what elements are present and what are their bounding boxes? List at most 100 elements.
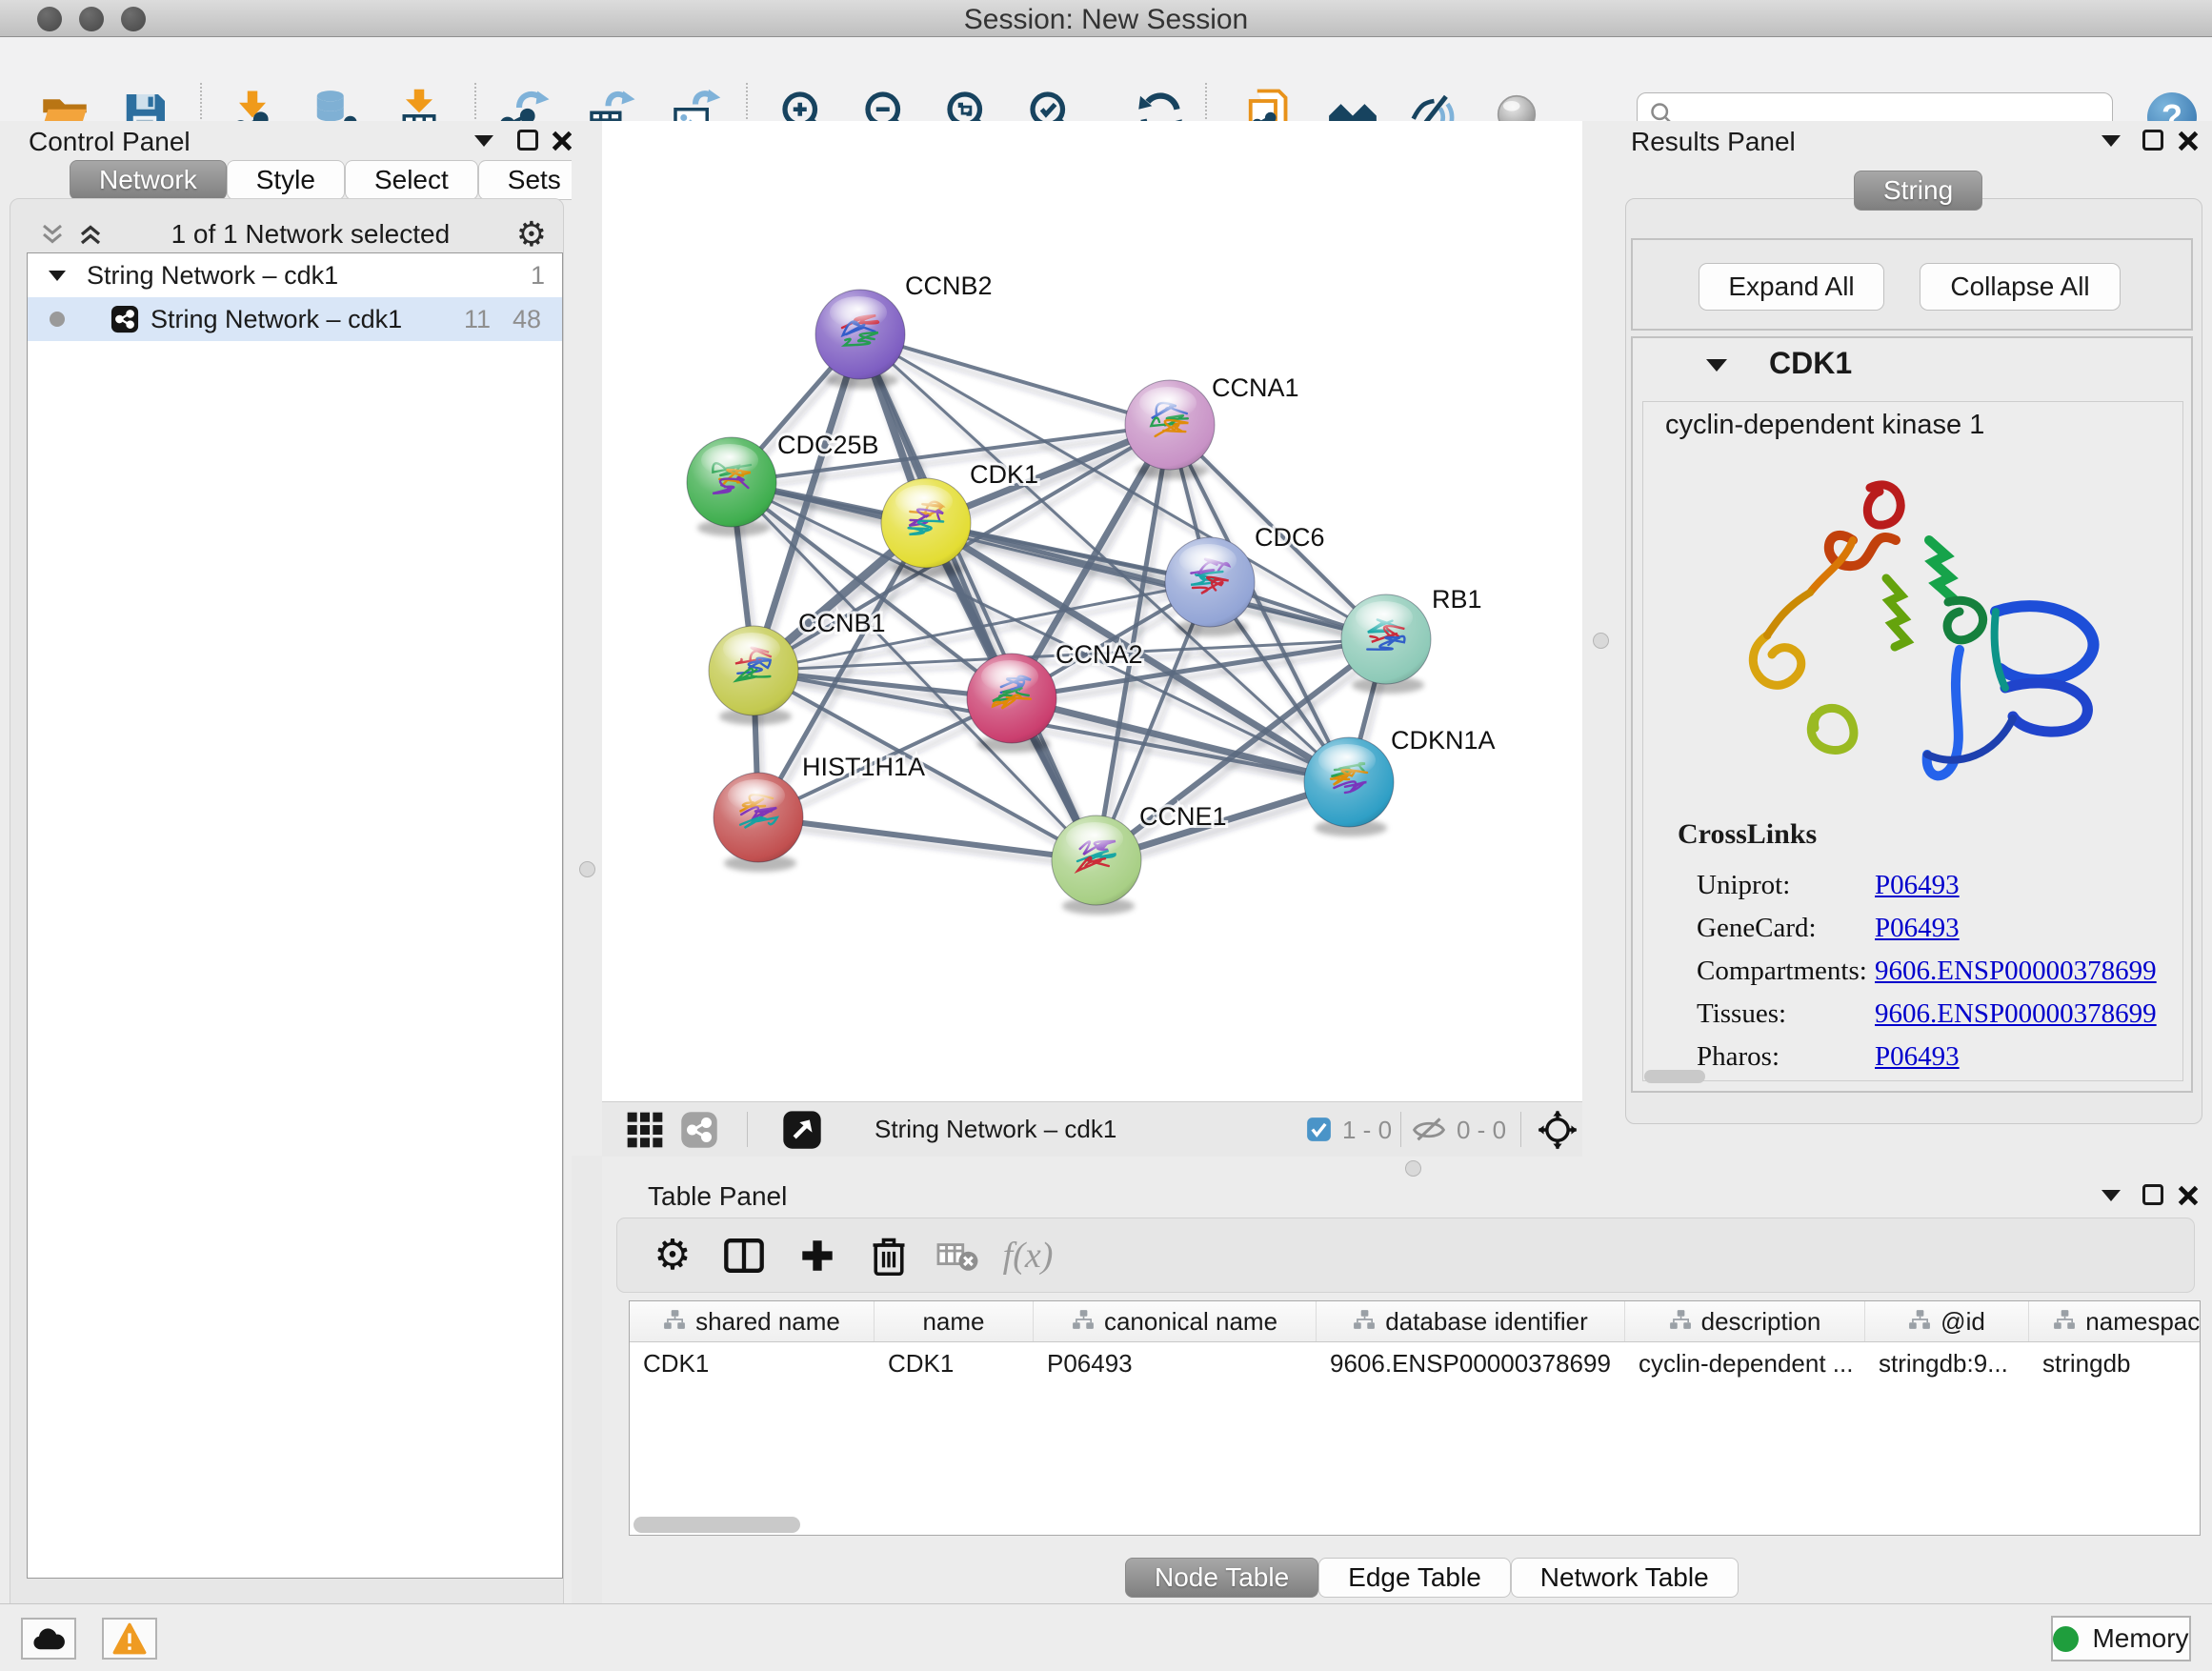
panel-menu-icon[interactable] [2101, 135, 2121, 147]
crosslink-link[interactable]: P06493 [1875, 913, 1960, 944]
column-header--id[interactable]: @id [1865, 1301, 2029, 1341]
column-header-canonical-name[interactable]: canonical name [1034, 1301, 1317, 1341]
panel-close-icon[interactable] [2177, 130, 2200, 152]
network-node-group-CDC25B [687, 437, 776, 536]
expand-all-chevron-icon[interactable] [76, 220, 105, 249]
window-title: Session: New Session [0, 4, 2212, 36]
crosslink-row: Compartments:9606.ENSP00000378699 [1643, 950, 2182, 993]
expand-all-button[interactable]: Expand All [1699, 263, 1884, 311]
move-crosshair-icon[interactable] [1538, 1110, 1578, 1155]
add-column-icon[interactable] [793, 1232, 842, 1279]
panel-float-icon[interactable] [2142, 1184, 2163, 1205]
column-header-database-identifier[interactable]: database identifier [1317, 1301, 1625, 1341]
hidden-eye-icon[interactable] [1412, 1114, 1446, 1151]
column-header-namespace[interactable]: namespace [2029, 1301, 2201, 1341]
memory-status-dot-icon [2053, 1626, 2079, 1652]
network-view-title: String Network – cdk1 [875, 1115, 1116, 1144]
column-header-label: @id [1941, 1307, 1985, 1337]
node-label-CCNA2: CCNA2 [1056, 640, 1143, 669]
node-label-CDKN1A: CDKN1A [1391, 726, 1496, 755]
column-header-label: database identifier [1385, 1307, 1587, 1337]
table-hscrollbar-thumb[interactable] [633, 1517, 800, 1533]
network-collection-row[interactable]: String Network – cdk1 1 [28, 253, 562, 297]
titlebar: Session: New Session [0, 0, 2212, 37]
warnings-button[interactable] [102, 1618, 157, 1660]
panel-menu-icon[interactable] [474, 135, 493, 147]
collapse-all-button[interactable]: Collapse All [1920, 263, 2121, 311]
network-row[interactable]: String Network – cdk1 11 48 [28, 297, 562, 341]
expand-collapse-box: Expand All Collapse All [1631, 238, 2193, 331]
network-node-group-CCNB1 [709, 626, 798, 725]
node-label-RB1: RB1 [1432, 585, 1482, 614]
column-header-label: canonical name [1104, 1307, 1277, 1337]
memory-label: Memory [2092, 1623, 2188, 1654]
delete-table-icon[interactable] [933, 1232, 982, 1279]
memory-button[interactable]: Memory [2051, 1616, 2191, 1661]
panel-close-icon[interactable] [551, 130, 573, 152]
protein-name: CDK1 [1769, 346, 1852, 381]
gear-icon[interactable]: ⚙ [516, 217, 547, 252]
network-view-toolbar: String Network – cdk1 1 - 0 0 - 0 [602, 1101, 1582, 1157]
collection-count: 1 [531, 261, 545, 291]
results-panel-title: Results Panel [1631, 127, 1796, 157]
tab-edge-table[interactable]: Edge Table [1318, 1558, 1511, 1598]
table-cell[interactable]: stringdb:9... [1865, 1342, 2029, 1385]
tab-style[interactable]: Style [227, 160, 345, 200]
table-settings-gear-icon[interactable]: ⚙ [648, 1232, 697, 1279]
crosslink-link[interactable]: P06493 [1875, 1041, 1960, 1073]
collapse-all-chevron-icon[interactable] [38, 220, 67, 249]
results-scrollbar-thumb[interactable] [1644, 1070, 1705, 1083]
protein-description: cyclin-dependent kinase 1 [1665, 410, 1984, 441]
table-cell[interactable]: 9606.ENSP00000378699 [1317, 1342, 1625, 1385]
column-header-label: description [1701, 1307, 1821, 1337]
column-header-name[interactable]: name [875, 1301, 1034, 1341]
splitter-handle[interactable] [579, 861, 595, 877]
node-label-HIST1H1A: HIST1H1A [802, 753, 925, 781]
main-toolbar: ? [0, 37, 2212, 122]
node-label-CCNA1: CCNA1 [1212, 373, 1299, 402]
network-node-group-CDC6 [1165, 537, 1255, 636]
string-view-icon[interactable] [680, 1111, 718, 1154]
column-header-label: shared name [695, 1307, 840, 1337]
right-splitter[interactable] [1582, 121, 1619, 1156]
selected-checkbox-icon[interactable] [1306, 1117, 1332, 1147]
crosslink-link[interactable]: P06493 [1875, 870, 1960, 901]
panel-float-icon[interactable] [2142, 130, 2163, 151]
network-collection-label: String Network – cdk1 [87, 261, 338, 291]
selected-count-label: 1 - 0 [1342, 1116, 1392, 1145]
network-node-group-HIST1H1A [714, 773, 803, 872]
tab-node-table[interactable]: Node Table [1125, 1558, 1318, 1598]
splitter-handle[interactable] [1593, 633, 1609, 649]
table-panel-title: Table Panel [648, 1181, 787, 1212]
show-columns-icon[interactable] [719, 1232, 769, 1279]
grid-view-icon[interactable] [626, 1111, 664, 1154]
delete-column-trash-icon[interactable] [864, 1232, 914, 1279]
table-cell[interactable]: stringdb [2029, 1342, 2201, 1385]
collapse-section-icon[interactable] [1706, 359, 1727, 372]
table-toolbar: ⚙ f(x) [616, 1218, 2195, 1293]
table-cell[interactable]: cyclin-dependent ... [1625, 1342, 1865, 1385]
tab-select[interactable]: Select [345, 160, 478, 200]
crosslink-link[interactable]: 9606.ENSP00000378699 [1875, 998, 2157, 1030]
panel-close-icon[interactable] [2177, 1184, 2200, 1207]
tab-string[interactable]: String [1854, 171, 1982, 211]
tab-network[interactable]: Network [70, 160, 227, 200]
panel-menu-icon[interactable] [2101, 1190, 2121, 1201]
cloud-status-button[interactable] [21, 1618, 76, 1660]
tree-expand-icon[interactable] [49, 271, 66, 281]
splitter-handle[interactable] [1405, 1160, 1421, 1177]
network-status-dot-icon [50, 312, 65, 327]
protein-details: cyclin-dependent kinase 1 [1642, 401, 2183, 1081]
panel-float-icon[interactable] [517, 130, 538, 151]
tab-network-table[interactable]: Network Table [1511, 1558, 1739, 1598]
open-view-icon[interactable] [782, 1110, 822, 1155]
network-canvas[interactable]: CCNB2CCNA1CDC25BCDK1CDC6RB1CCNB1CCNA2CDK… [602, 121, 1582, 1101]
column-header-description[interactable]: description [1625, 1301, 1865, 1341]
function-builder-icon[interactable]: f(x) [1003, 1232, 1053, 1279]
table-cell[interactable]: P06493 [1034, 1342, 1317, 1385]
node-count: 11 [464, 305, 491, 334]
column-header-shared-name[interactable]: shared name [630, 1301, 875, 1341]
crosslink-link[interactable]: 9606.ENSP00000378699 [1875, 956, 2157, 987]
table-cell[interactable]: CDK1 [630, 1342, 875, 1385]
table-cell[interactable]: CDK1 [875, 1342, 1034, 1385]
